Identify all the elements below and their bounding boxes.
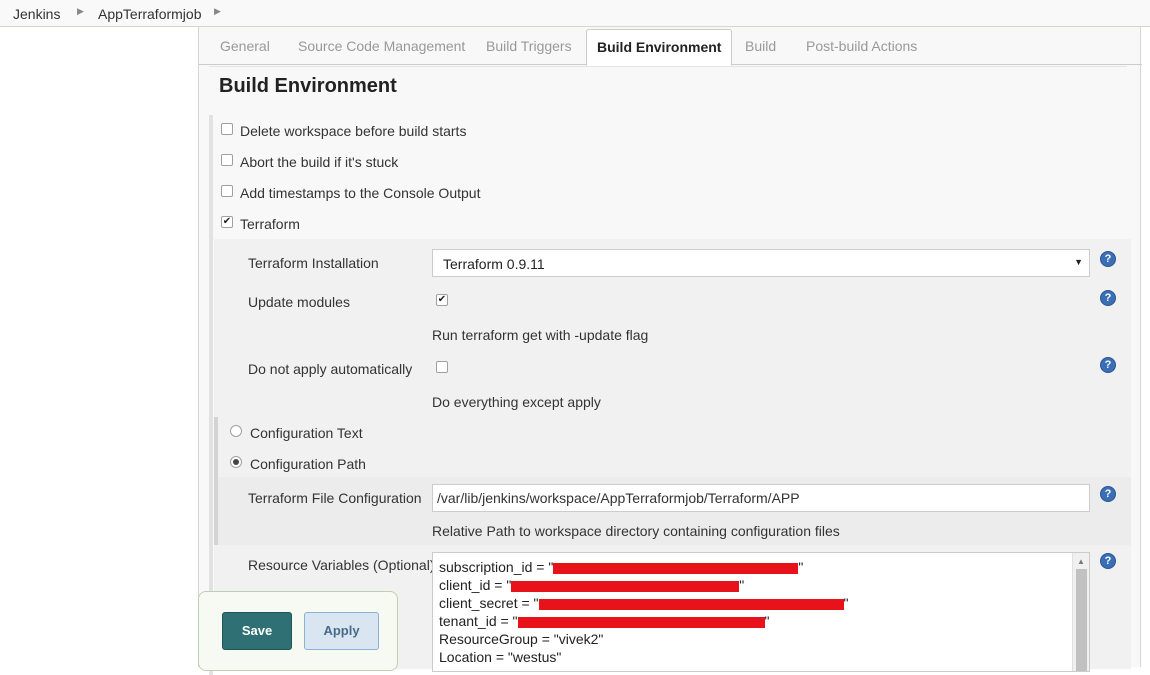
resource-var-line: Location = "westus" (439, 649, 562, 665)
save-button[interactable]: Save (222, 612, 292, 650)
resource-var-quote: " (798, 559, 804, 575)
abort-stuck-checkbox[interactable] (221, 154, 233, 166)
resource-var-line: ResourceGroup = "vivek2" (439, 631, 604, 647)
textarea-scrollbar[interactable]: ▲ (1072, 553, 1089, 671)
tab-general[interactable]: General (220, 38, 270, 54)
tab-build-triggers[interactable]: Build Triggers (486, 38, 572, 54)
resource-var-quote: " (764, 613, 770, 629)
terraform-file-config-label: Terraform File Configuration (248, 490, 422, 506)
scrollbar-thumb[interactable] (1076, 569, 1087, 671)
breadcrumb-jenkins-link[interactable]: Jenkins (13, 6, 60, 22)
configuration-path-label[interactable]: Configuration Path (250, 456, 366, 472)
do-not-apply-label: Do not apply automatically (248, 361, 413, 377)
resource-var-key: subscription_id = " (439, 559, 554, 575)
resource-var-line: client_secret = " " (439, 595, 849, 611)
section-divider (209, 66, 1127, 67)
config-tabbar: General Source Code Management Build Tri… (199, 27, 1142, 66)
resource-var-quote: " (739, 577, 745, 593)
configuration-text-radio[interactable] (230, 425, 242, 437)
resource-var-line: subscription_id = " " (439, 559, 803, 575)
dropdown-arrow-icon: ▼ (1074, 257, 1083, 267)
resource-var-quote: " (843, 595, 849, 611)
timestamps-checkbox[interactable] (221, 185, 233, 197)
redaction-mark (517, 617, 765, 628)
help-icon[interactable]: ? (1100, 290, 1116, 306)
resource-variables-textarea[interactable]: subscription_id = " " client_id = " " clie… (432, 552, 1090, 672)
terraform-file-config-description: Relative Path to workspace directory con… (432, 523, 840, 539)
resource-var-key: tenant_id = " (439, 613, 518, 629)
resource-var-key: client_secret = " (439, 595, 539, 611)
bottom-button-bar: Save Apply (198, 591, 398, 671)
terraform-file-config-input[interactable] (432, 484, 1090, 512)
help-icon[interactable]: ? (1100, 553, 1116, 569)
redaction-mark (511, 581, 740, 592)
breadcrumb-job-link[interactable]: AppTerraformjob (98, 6, 202, 22)
breadcrumb-arrow-icon[interactable]: ▶ (214, 6, 221, 17)
apply-button[interactable]: Apply (304, 612, 379, 650)
update-modules-label: Update modules (248, 294, 350, 310)
tab-post-build-actions[interactable]: Post-build Actions (806, 38, 917, 54)
terraform-label[interactable]: Terraform (240, 216, 300, 232)
help-icon[interactable]: ? (1100, 357, 1116, 373)
redaction-mark (538, 599, 844, 610)
timestamps-label[interactable]: Add timestamps to the Console Output (240, 185, 480, 201)
update-modules-checkbox[interactable]: ✔ (436, 294, 448, 306)
delete-workspace-checkbox[interactable] (221, 123, 233, 135)
scroll-up-icon[interactable]: ▲ (1077, 557, 1085, 566)
tab-build[interactable]: Build (745, 38, 776, 54)
do-not-apply-checkbox[interactable] (436, 361, 448, 373)
breadcrumb-arrow-icon[interactable]: ▶ (77, 6, 84, 17)
update-modules-description: Run terraform get with -update flag (432, 327, 649, 343)
do-not-apply-description: Do everything except apply (432, 394, 601, 410)
resource-var-line: client_id = " " (439, 577, 744, 593)
configuration-path-radio[interactable] (230, 456, 242, 468)
resource-var-key: client_id = " (439, 577, 512, 593)
configuration-text-label[interactable]: Configuration Text (250, 425, 363, 441)
redaction-mark (553, 563, 799, 574)
section-title: Build Environment (219, 75, 397, 97)
resource-var-line: tenant_id = " " (439, 613, 770, 629)
resource-variables-label: Resource Variables (Optional) (248, 557, 435, 573)
help-icon[interactable]: ? (1100, 486, 1116, 502)
terraform-installation-value: Terraform 0.9.11 (443, 256, 545, 272)
abort-stuck-label[interactable]: Abort the build if it's stuck (240, 154, 398, 170)
terraform-checkbox[interactable]: ✔ (221, 216, 233, 228)
terraform-installation-label: Terraform Installation (248, 255, 379, 271)
delete-workspace-label[interactable]: Delete workspace before build starts (240, 123, 466, 139)
tab-source-code-management[interactable]: Source Code Management (298, 38, 465, 54)
tab-build-environment[interactable]: Build Environment (586, 29, 733, 66)
terraform-installation-select[interactable]: Terraform 0.9.11 ▼ (432, 249, 1090, 277)
help-icon[interactable]: ? (1100, 251, 1116, 267)
config-panel: General Source Code Management Build Tri… (198, 27, 1142, 675)
breadcrumb: Jenkins ▶ AppTerraformjob ▶ (0, 0, 1150, 27)
